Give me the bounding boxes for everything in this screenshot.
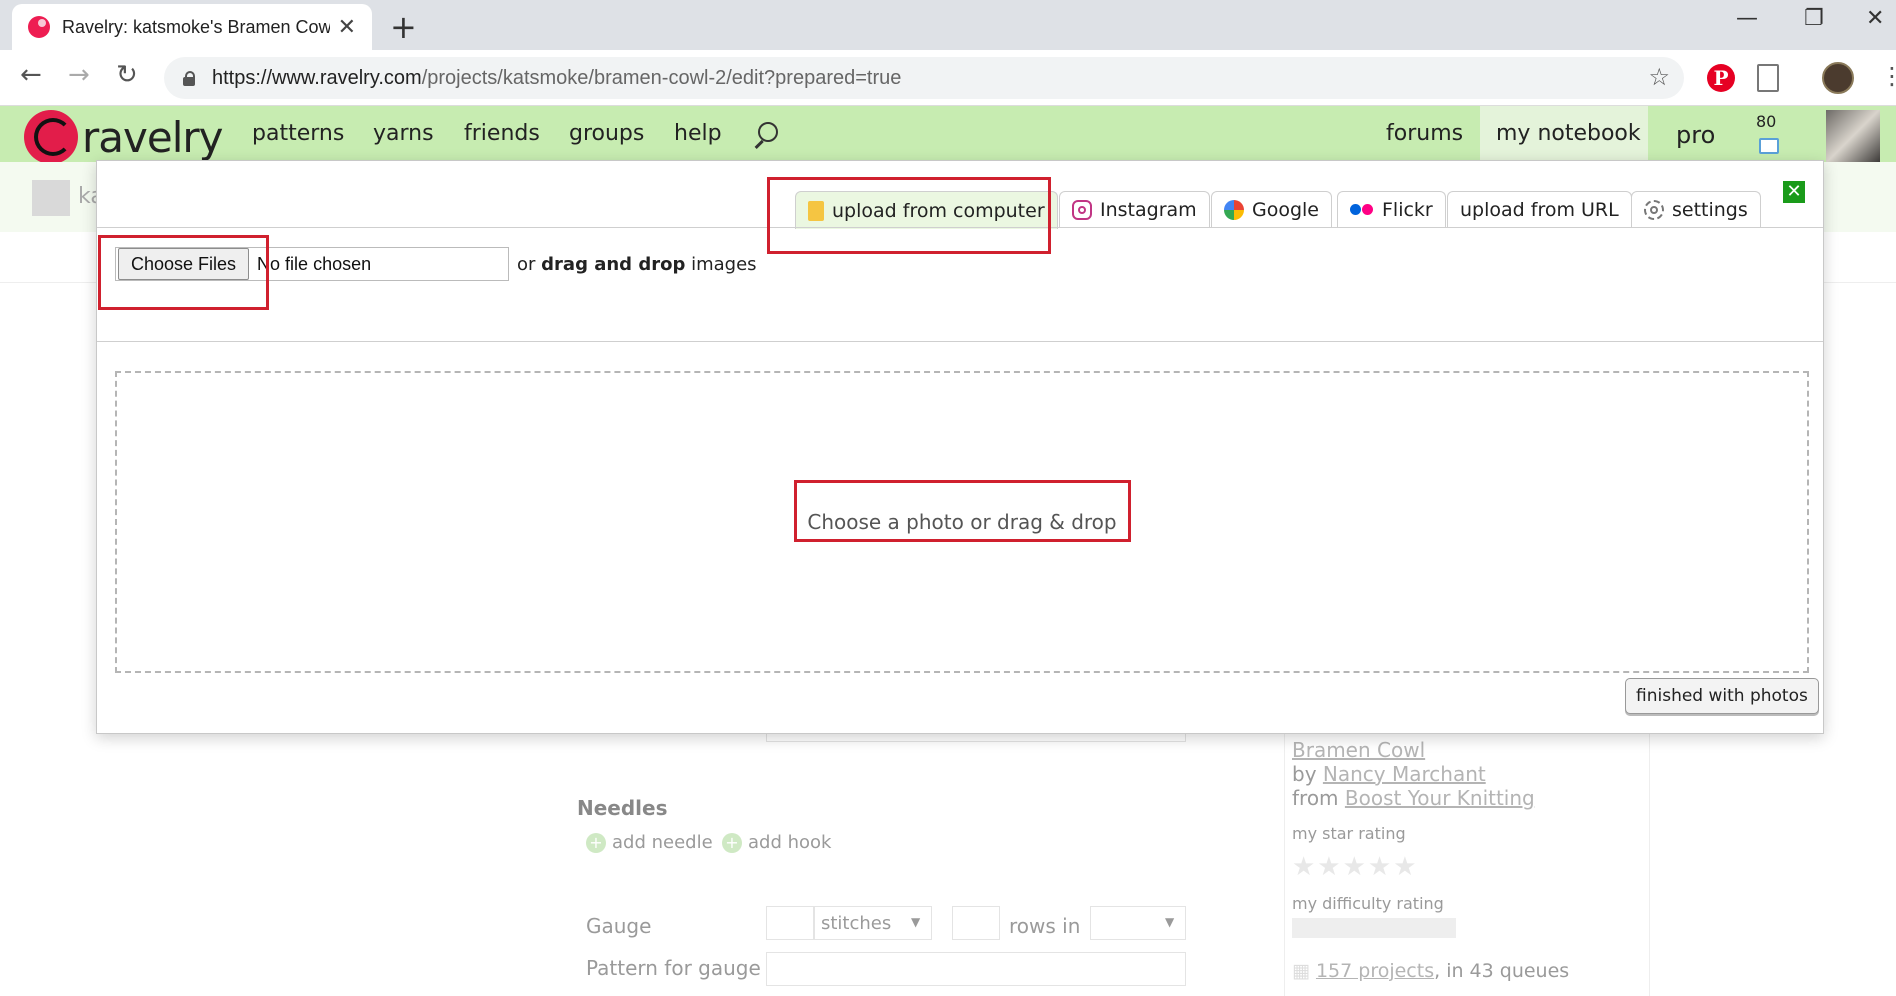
finished-with-photos-button[interactable]: finished with photos — [1625, 678, 1819, 714]
instagram-icon — [1072, 200, 1092, 220]
notification-count[interactable]: 80 — [1756, 112, 1776, 131]
by-designer: by Nancy Marchant — [1292, 762, 1486, 786]
needles-heading: Needles — [577, 796, 668, 820]
mail-icon[interactable] — [1759, 138, 1779, 154]
pattern-for-gauge-label: Pattern for gauge — [586, 956, 761, 980]
difficulty-rating-label: my difficulty rating — [1292, 894, 1444, 913]
choose-files-button[interactable]: Choose Files — [118, 248, 250, 280]
file-input[interactable]: Choose Files No file chosen — [115, 247, 509, 281]
address-bar[interactable]: https://www.ravelry.com/projects/katsmok… — [164, 57, 1684, 99]
nav-my-notebook[interactable]: my notebook — [1496, 121, 1641, 146]
add-hook-link[interactable]: + add hook — [722, 832, 831, 853]
gauge-label: Gauge — [586, 914, 652, 938]
rows-in-select[interactable]: ▼ — [1090, 906, 1186, 940]
from-source: from Boost Your Knitting — [1292, 786, 1535, 810]
forward-arrow-icon[interactable]: → — [68, 60, 90, 90]
pattern-for-gauge-input[interactable] — [766, 952, 1186, 986]
gauge-stitches-input[interactable] — [766, 906, 814, 940]
file-picker-row: Choose Files No file chosen or drag and … — [115, 247, 757, 281]
browser-tab-strip: Ravelry: katsmoke's Bramen Cowl ✕ + — ❐ … — [0, 0, 1896, 50]
browser-menu-icon[interactable]: ⋮ — [1880, 62, 1896, 90]
tab-google[interactable]: Google — [1211, 191, 1333, 228]
plus-icon: + — [722, 833, 742, 853]
restore-icon[interactable]: ❐ — [1804, 6, 1824, 31]
ravelry-favicon-icon — [28, 16, 50, 38]
minimize-icon[interactable]: — — [1736, 6, 1758, 31]
close-dialog-icon[interactable]: ✕ — [1783, 181, 1805, 203]
new-tab-button[interactable]: + — [390, 8, 417, 46]
logo-wordmark: ravelry — [82, 112, 223, 162]
photo-drop-zone[interactable]: Choose a photo or drag & drop — [115, 371, 1809, 673]
url-text: https://www.ravelry.com/projects/katsmok… — [212, 66, 902, 89]
gauge-rows-input[interactable] — [952, 906, 1000, 940]
tab-upload-from-url[interactable]: upload from URL — [1447, 191, 1632, 228]
google-photos-icon — [1224, 200, 1244, 220]
nav-pro[interactable]: pro — [1676, 121, 1715, 149]
star-rating-icons[interactable]: ★★★★★ — [1292, 852, 1419, 882]
ravelry-header: ravelry patterns yarns friends groups he… — [0, 106, 1896, 164]
lock-icon — [182, 71, 196, 86]
profile-avatar[interactable] — [1822, 62, 1854, 94]
difficulty-rating-bar[interactable] — [1292, 918, 1456, 938]
star-rating-label: my star rating — [1292, 824, 1406, 843]
nav-help[interactable]: help — [674, 121, 722, 146]
drag-drop-hint: or drag and drop images — [517, 253, 757, 275]
search-icon[interactable] — [752, 122, 778, 148]
document-extension-icon[interactable] — [1757, 64, 1779, 92]
photo-upload-dialog: upload from computer Instagram Google Fl… — [96, 160, 1824, 734]
tab-title: Ravelry: katsmoke's Bramen Cowl — [62, 16, 330, 37]
projects-link[interactable]: 157 projects — [1316, 960, 1434, 982]
folder-icon — [808, 200, 824, 221]
section-divider — [97, 341, 1823, 342]
user-photo-avatar[interactable] — [1826, 110, 1880, 162]
tabs-divider — [97, 227, 1823, 228]
projects-grid-icon: ▦ — [1292, 960, 1310, 982]
tab-close-icon[interactable]: ✕ — [338, 15, 356, 40]
stitches-select[interactable]: stitches ▼ — [814, 906, 932, 940]
plus-icon: + — [586, 833, 606, 853]
browser-toolbar: ← → ↻ https://www.ravelry.com/projects/k… — [0, 50, 1896, 106]
flickr-icon — [1350, 204, 1374, 216]
tab-settings[interactable]: settings — [1631, 191, 1761, 228]
nav-groups[interactable]: groups — [569, 121, 644, 146]
add-needle-link[interactable]: + add needle — [586, 832, 713, 853]
ravelry-logo[interactable]: ravelry — [24, 110, 223, 164]
pattern-name-link[interactable]: Bramen Cowl — [1292, 738, 1425, 762]
nav-patterns[interactable]: patterns — [252, 121, 344, 146]
yarn-ball-logo-icon — [24, 110, 78, 164]
tab-flickr[interactable]: Flickr — [1337, 191, 1446, 228]
source-link[interactable]: Boost Your Knitting — [1345, 786, 1535, 810]
designer-link[interactable]: Nancy Marchant — [1323, 762, 1486, 786]
bookmark-star-icon[interactable]: ☆ — [1648, 63, 1670, 91]
reload-icon[interactable]: ↻ — [116, 60, 138, 90]
project-thumbnail — [32, 180, 70, 216]
back-arrow-icon[interactable]: ← — [20, 60, 42, 90]
nav-yarns[interactable]: yarns — [373, 121, 434, 146]
browser-tab[interactable]: Ravelry: katsmoke's Bramen Cowl ✕ — [12, 4, 372, 50]
gear-icon — [1644, 200, 1664, 220]
drop-zone-label[interactable]: Choose a photo or drag & drop — [807, 510, 1116, 534]
tab-instagram[interactable]: Instagram — [1059, 191, 1210, 228]
no-file-chosen-text: No file chosen — [257, 253, 372, 274]
rows-in-label: rows in — [1009, 914, 1081, 938]
pinterest-extension-icon[interactable]: P — [1707, 64, 1735, 92]
nav-forums[interactable]: forums — [1386, 121, 1463, 146]
projects-count: ▦ 157 projects, in 43 queues — [1292, 960, 1570, 982]
tab-upload-from-computer[interactable]: upload from computer — [795, 191, 1058, 229]
window-close-icon[interactable]: ✕ — [1866, 6, 1884, 31]
nav-friends[interactable]: friends — [464, 121, 540, 146]
